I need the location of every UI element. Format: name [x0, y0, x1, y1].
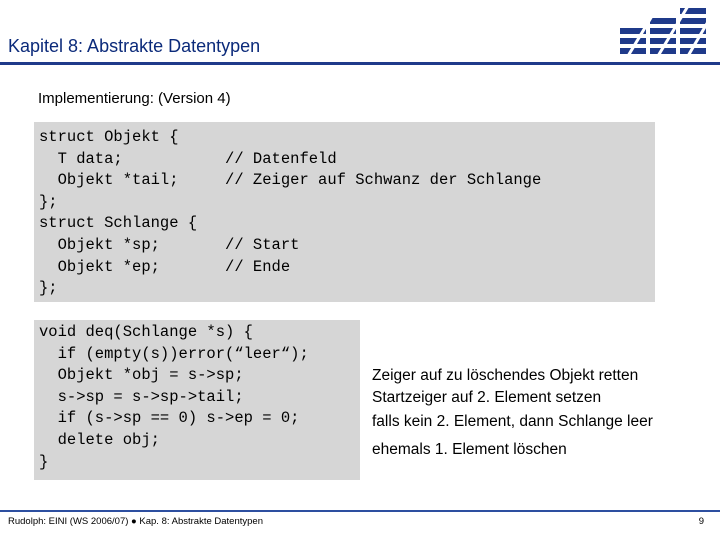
- slide-subtitle: Implementierung: (Version 4): [38, 90, 231, 107]
- title-divider: [0, 62, 720, 65]
- footer-citation: Rudolph: EINI (WS 2006/07) ● Kap. 8: Abs…: [8, 516, 263, 527]
- university-logo: [620, 5, 718, 57]
- note-save-pointer: Zeiger auf zu löschendes Objekt retten: [372, 367, 639, 384]
- note-empty-queue: falls kein 2. Element, dann Schlange lee…: [372, 413, 653, 430]
- struct-code: struct Objekt { T data; // Datenfeld Obj…: [39, 128, 542, 298]
- note-set-start: Startzeiger auf 2. Element setzen: [372, 389, 602, 406]
- slide-title: Kapitel 8: Abstrakte Datentypen: [8, 36, 261, 56]
- struct-code-block: struct Objekt { T data; // Datenfeld Obj…: [34, 122, 655, 302]
- page-number: 9: [698, 516, 704, 527]
- deq-code-block: void deq(Schlange *s) { if (empty(s))err…: [34, 320, 360, 480]
- deq-code: void deq(Schlange *s) { if (empty(s))err…: [39, 323, 309, 471]
- note-delete-element: ehemals 1. Element löschen: [372, 441, 567, 458]
- footer-divider: [0, 510, 720, 512]
